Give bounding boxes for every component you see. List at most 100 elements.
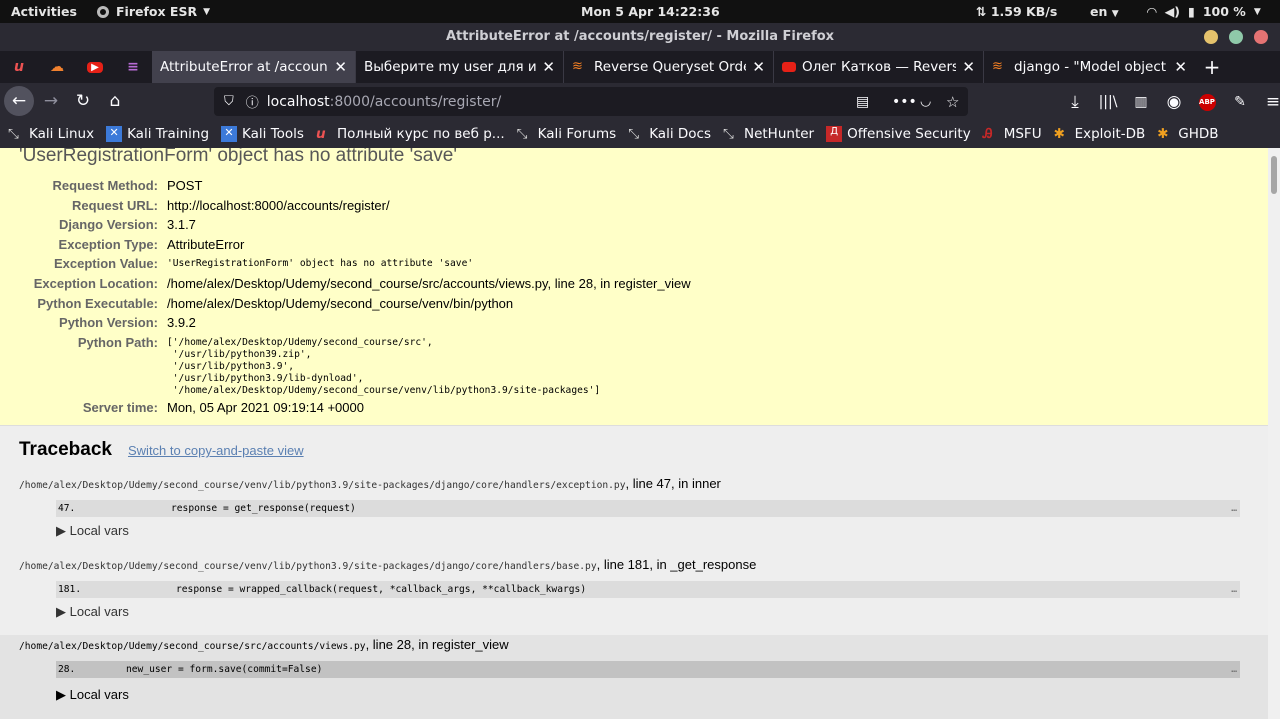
page-actions-icon[interactable]: ••• — [892, 94, 917, 110]
reload-icon: ↻ — [75, 91, 91, 111]
back-button[interactable]: ← — [4, 86, 34, 116]
pen-button[interactable]: ✎ — [1225, 87, 1255, 117]
tab-reverse-queryset[interactable]: ≋ Reverse Queryset Order in Django ✕ — [563, 51, 773, 83]
navigation-toolbar: ← → ↻ ⌂ ⛉ ⓘ localhost:8000/accounts/regi… — [0, 83, 1280, 120]
library-button[interactable]: |||\ — [1093, 87, 1123, 117]
pocket-icon[interactable]: ◡ — [920, 94, 931, 109]
traceback-frame-user: /home/alex/Desktop/Udemy/second_course/s… — [0, 635, 1268, 719]
battery-level: 100 % — [1202, 4, 1246, 19]
udemy-icon: u — [14, 59, 24, 75]
adblock-icon: ABP — [1198, 93, 1216, 111]
code-context-line[interactable]: 28. new_user = form.save(commit=False) … — [56, 661, 1240, 678]
stackoverflow-icon: ≋ — [992, 59, 1003, 74]
chevron-down-icon: ▼ — [1111, 9, 1119, 19]
code-text: response = get_response(request) — [171, 503, 356, 514]
udemy-icon: u — [315, 126, 326, 142]
app-menu[interactable]: Firefox ESR ▼ — [96, 4, 210, 19]
bookmark-exploit-db[interactable]: ✱ Exploit-DB — [1054, 126, 1146, 142]
system-top-bar: Activities Firefox ESR ▼ Mon 5 Apr 14:22… — [0, 0, 1280, 23]
sidebar-button[interactable]: ▥ — [1126, 87, 1156, 117]
line-number: 181. — [58, 584, 82, 595]
meta-row: Request URL: http://localhost:8000/accoun… — [72, 197, 390, 213]
bookmark-kali-docs[interactable]: ⤡ Kali Docs — [628, 126, 711, 142]
language-indicator[interactable]: en ▼ — [1090, 4, 1119, 19]
home-button[interactable]: ⌂ — [100, 86, 130, 116]
vertical-scrollbar[interactable] — [1268, 148, 1280, 719]
close-tab-icon[interactable]: ✕ — [752, 58, 765, 76]
tab-title: Reverse Queryset Order in Django — [594, 59, 746, 75]
local-vars-toggle[interactable]: ▶ Local vars — [56, 604, 129, 620]
kali-tools-icon: ✕ — [221, 126, 238, 142]
arrow-right-icon: → — [43, 91, 59, 111]
meta-row: Exception Type: AttributeError — [58, 236, 245, 252]
bookmark-kali-tools[interactable]: ✕ Kali Tools — [221, 126, 304, 142]
tab-attributeerror[interactable]: AttributeError at /accounts/register/ ✕ — [152, 51, 355, 83]
tab-title: Олег Катков — Reverse — [802, 59, 957, 75]
minimize-button[interactable] — [1204, 30, 1218, 44]
switch-view-link[interactable]: Switch to copy-and-paste view — [128, 443, 304, 458]
activities-button[interactable]: Activities — [11, 4, 77, 19]
updown-arrows-icon: ⇅ — [976, 4, 987, 19]
downloads-button[interactable]: ⤓ — [1060, 87, 1090, 117]
pinned-tab-cloud[interactable]: ☁ — [38, 51, 76, 83]
shield-icon[interactable]: ⛉ — [224, 94, 234, 109]
line-number: 28. — [58, 664, 76, 675]
bookmark-kali-linux[interactable]: ⤡ Kali Linux — [8, 126, 94, 142]
stack-icon: ≡ — [127, 59, 139, 75]
arrow-left-icon: ← — [11, 91, 27, 111]
code-text: response = wrapped_callback(request, *ca… — [176, 584, 587, 595]
frame-location: /home/alex/Desktop/Udemy/second_course/v… — [19, 557, 757, 572]
forward-button[interactable]: → — [36, 86, 66, 116]
pinned-tab-stack[interactable]: ≡ — [114, 51, 152, 83]
close-tab-icon[interactable]: ✕ — [334, 58, 347, 76]
menu-button[interactable]: ≡ — [1258, 87, 1280, 117]
reload-button[interactable]: ↻ — [68, 86, 98, 116]
close-tab-icon[interactable]: ✕ — [1174, 58, 1187, 76]
code-context-line[interactable]: 47. response = get_response(request) … — [56, 500, 1240, 517]
code-context-line[interactable]: 181. response = wrapped_callback(request… — [56, 581, 1240, 598]
local-vars-toggle[interactable]: ▶ Local vars — [56, 687, 129, 703]
close-tab-icon[interactable]: ✕ — [962, 58, 975, 76]
tab-django-model[interactable]: ≋ django - "Model object has no attribut… — [983, 51, 1195, 83]
bookmark-kali-training[interactable]: ✕ Kali Training — [106, 126, 209, 142]
meta-row: Python Executable:/home/alex/Desktop/Ude… — [37, 295, 514, 311]
expand-context-icon[interactable]: … — [1231, 581, 1237, 598]
bookmark-web-course[interactable]: u Полный курс по веб р... — [316, 126, 505, 142]
bookmark-offensive-security[interactable]: Д Offensive Security — [826, 126, 971, 142]
page-viewport: 'UserRegistrationForm' object has no att… — [0, 148, 1268, 719]
adblock-button[interactable]: ABP — [1192, 87, 1222, 117]
exploit-db-spider-icon: ✱ — [1053, 126, 1065, 142]
bookmark-ghdb[interactable]: ✱ GHDB — [1157, 126, 1218, 142]
tab-title: Выберите my user для изменения — [364, 59, 537, 75]
tab-select-user[interactable]: Выберите my user для изменения ✕ — [355, 51, 563, 83]
pinned-tab-udemy[interactable]: u — [0, 51, 38, 83]
bookmark-star-icon[interactable]: ☆ — [946, 93, 959, 111]
meta-row: Python Path: ['/home/alex/Desktop/Udemy/s… — [77, 334, 601, 396]
maximize-button[interactable] — [1229, 30, 1243, 44]
expand-context-icon[interactable]: … — [1231, 661, 1237, 678]
local-vars-toggle[interactable]: ▶ Local vars — [56, 523, 129, 539]
kali-dragon-icon: ⤡ — [8, 126, 19, 142]
tab-oleg-katkov[interactable]: Олег Катков — Reverse ✕ — [773, 51, 983, 83]
traceback-title: Traceback — [19, 439, 112, 460]
window-title: AttributeError at /accounts/register/ - … — [445, 29, 835, 44]
close-tab-icon[interactable]: ✕ — [542, 58, 555, 76]
stackoverflow-icon: ≋ — [572, 59, 583, 74]
traceback-frame: /home/alex/Desktop/Udemy/second_course/v… — [0, 473, 1268, 553]
frame-location: /home/alex/Desktop/Udemy/second_course/s… — [19, 637, 509, 652]
account-button[interactable]: ◉ — [1159, 87, 1189, 117]
url-bar[interactable]: ⛉ ⓘ localhost:8000/accounts/register/ ▤ … — [214, 87, 968, 116]
bookmark-nethunter[interactable]: ⤡ NetHunter — [723, 126, 814, 142]
close-button[interactable] — [1254, 30, 1268, 44]
pinned-tab-youtube[interactable]: ▶ — [76, 51, 114, 83]
bookmark-msfu[interactable]: Ꭿ MSFU — [983, 126, 1042, 142]
new-tab-button[interactable]: + — [1195, 51, 1229, 83]
clock[interactable]: Mon 5 Apr 14:22:36 — [581, 4, 720, 19]
system-menu[interactable]: ◠ ◀) ▮ 100 % ▼ — [1147, 4, 1261, 19]
expand-context-icon[interactable]: … — [1231, 500, 1237, 517]
scrollbar-thumb[interactable] — [1271, 156, 1277, 194]
info-icon[interactable]: ⓘ — [246, 92, 259, 111]
offsec-icon: Д — [826, 126, 843, 142]
bookmark-kali-forums[interactable]: ⤡ Kali Forums — [517, 126, 617, 142]
reader-view-icon[interactable]: ▤ — [856, 94, 869, 110]
